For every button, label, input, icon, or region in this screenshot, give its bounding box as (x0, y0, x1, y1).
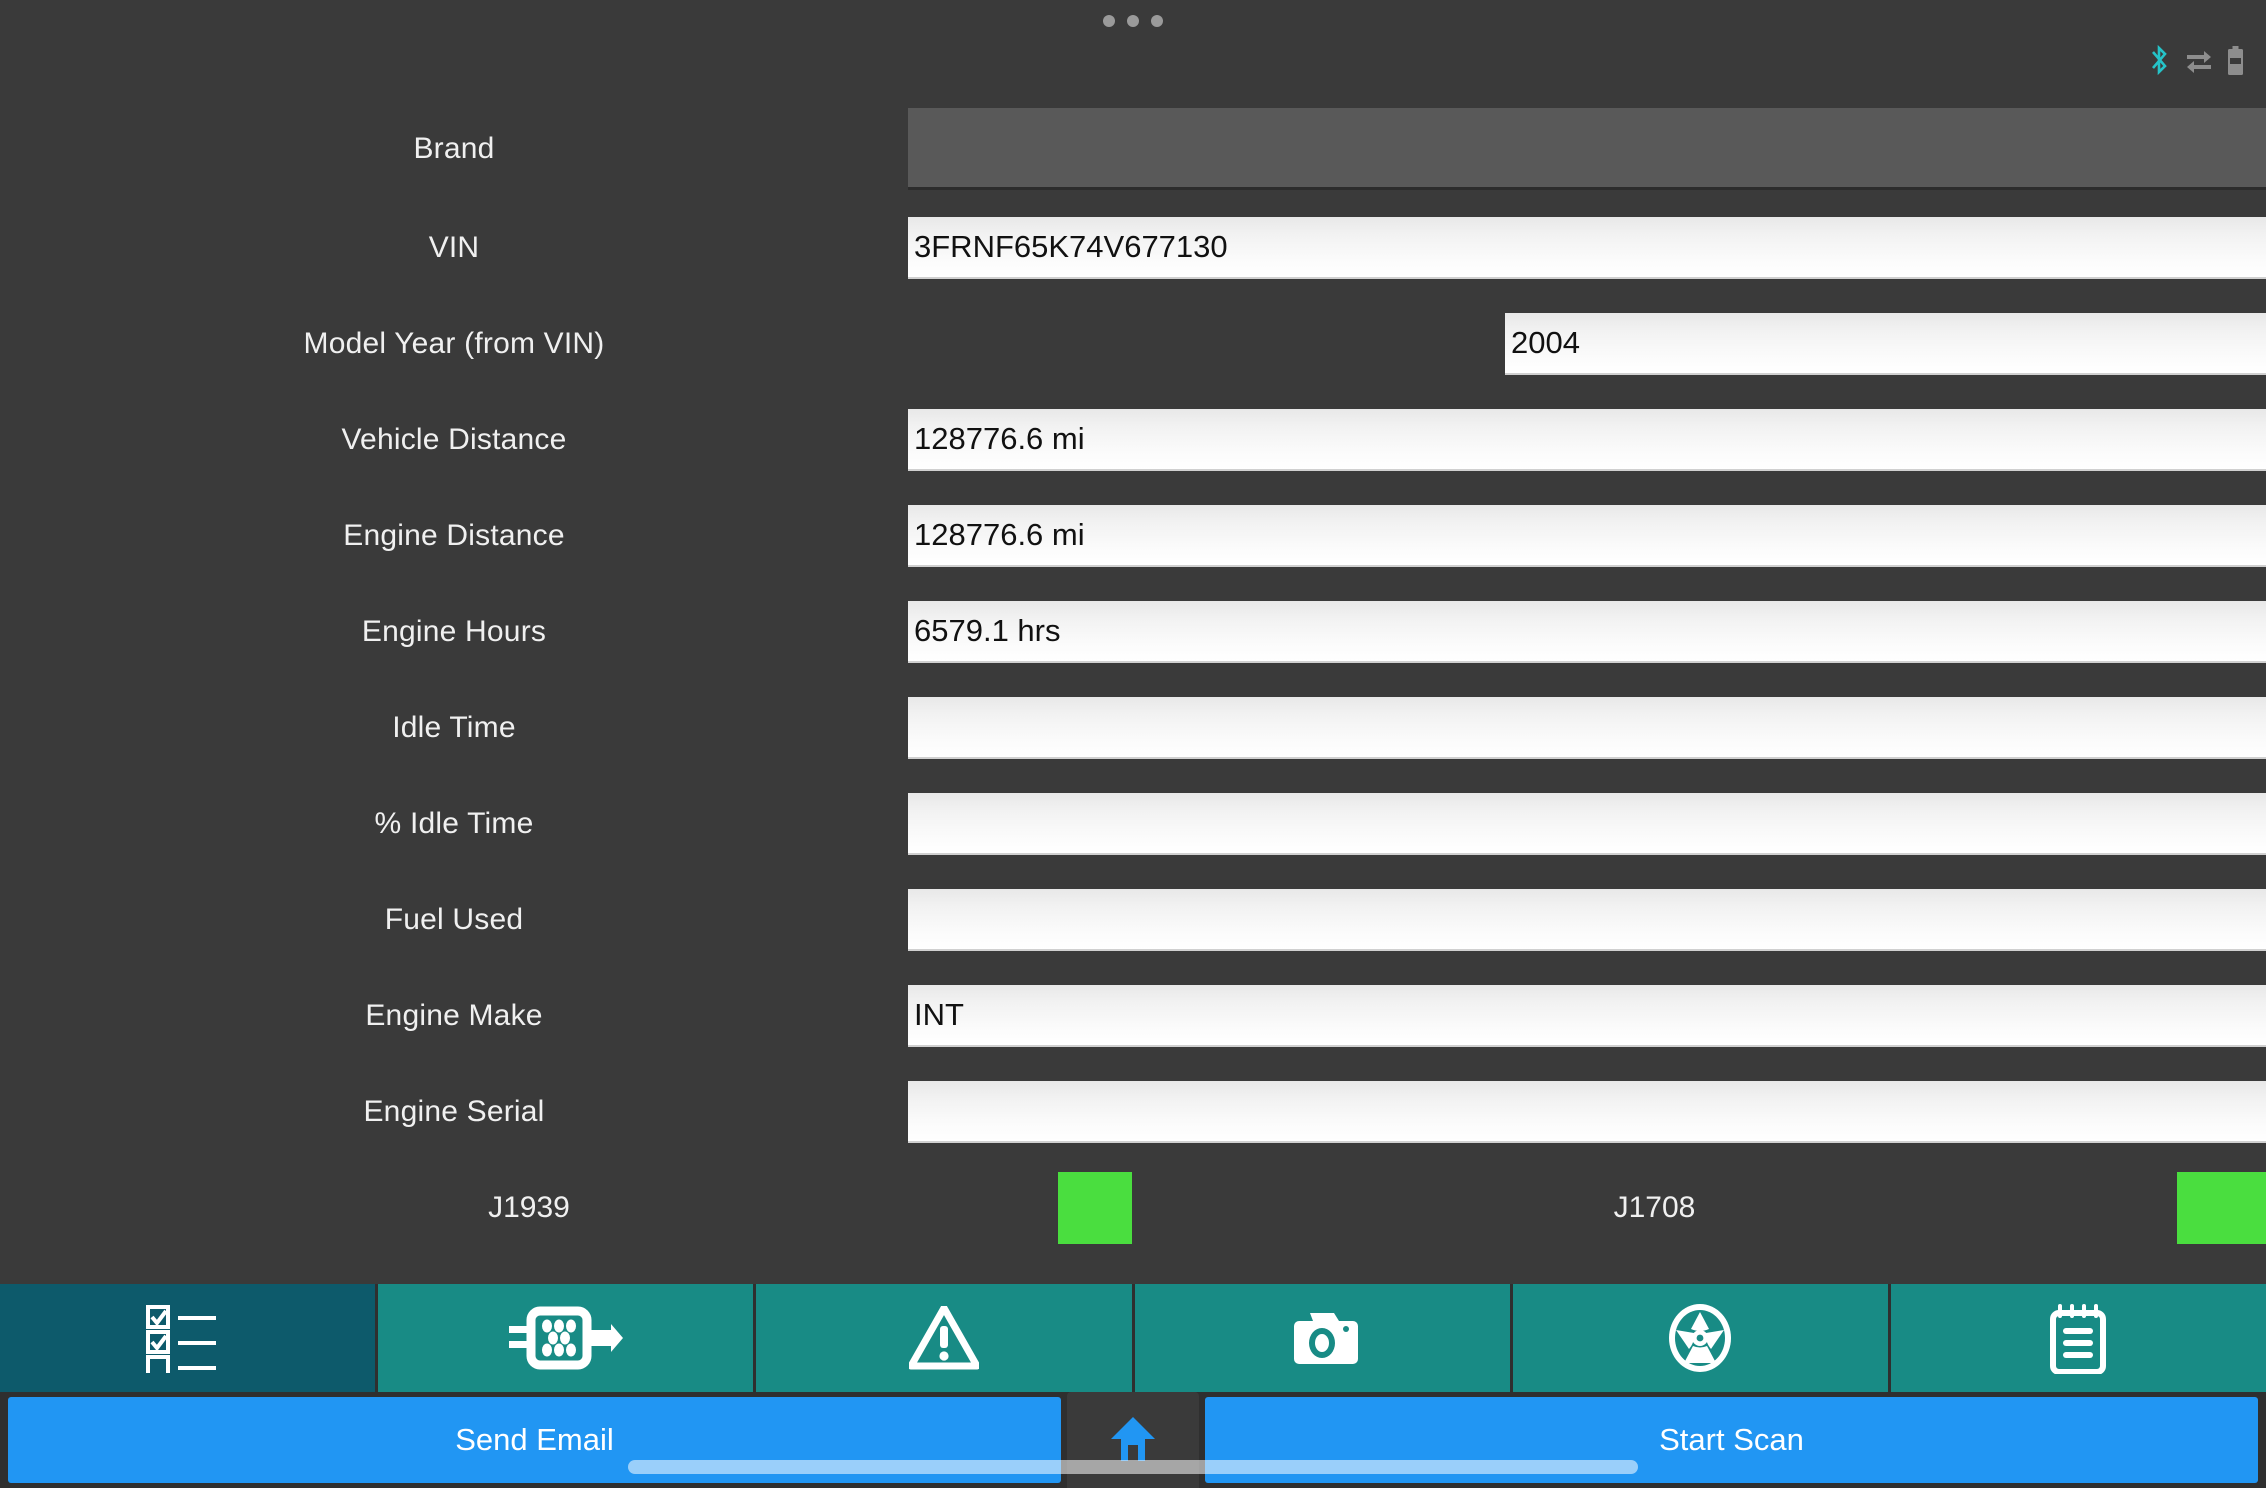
j1939-status-cell (1058, 1172, 1132, 1244)
more-horizontal-icon[interactable] (1103, 15, 1163, 27)
j1708-label: J1708 (1613, 1191, 1696, 1224)
app-root: Brand VIN Model Year (from VIN) Vehicle … (0, 0, 2266, 1488)
idle-time-input[interactable] (908, 697, 2266, 759)
form-row-engine-hours: Engine Hours (0, 584, 2266, 680)
field-wrap-idle-time (908, 680, 2266, 776)
bottom-action-bar: Send Email Start Scan (0, 1392, 2266, 1488)
data-transfer-icon (2185, 46, 2213, 76)
j1939-status-indicator (1058, 1172, 1132, 1244)
field-wrap-engine-make (908, 968, 2266, 1064)
warning-icon (908, 1306, 979, 1370)
tab-tires[interactable] (1512, 1284, 1888, 1392)
checklist-icon (142, 1303, 234, 1373)
label-engine-distance: Engine Distance (343, 519, 565, 552)
label-engine-make: Engine Make (365, 999, 543, 1032)
label-engine-hours: Engine Hours (361, 615, 547, 648)
form-row-brand: Brand (0, 96, 2266, 200)
camera-icon (1286, 1307, 1359, 1369)
obd-connector-icon (507, 1303, 625, 1373)
model-year-input[interactable] (1505, 313, 2266, 375)
tab-connector[interactable] (378, 1284, 754, 1392)
notepad-icon (2049, 1302, 2107, 1374)
label-vehicle-distance: Vehicle Distance (341, 423, 567, 456)
engine-serial-input[interactable] (908, 1081, 2266, 1143)
field-wrap-engine-hours (908, 584, 2266, 680)
home-button[interactable] (1067, 1392, 1199, 1488)
vehicle-info-form: Brand VIN Model Year (from VIN) Vehicle … (0, 78, 2266, 1284)
form-row-vin: VIN (0, 200, 2266, 296)
j1939-label: J1939 (488, 1191, 570, 1224)
form-row-fuel-used: Fuel Used (0, 872, 2266, 968)
j1708-status-cell (2177, 1172, 2266, 1244)
battery-icon (2227, 46, 2244, 76)
form-row-engine-distance: Engine Distance (0, 488, 2266, 584)
engine-make-input[interactable] (908, 985, 2266, 1047)
form-row-engine-make: Engine Make (0, 968, 2266, 1064)
status-strip (0, 0, 2266, 78)
form-row-percent-idle-time: % Idle Time (0, 776, 2266, 872)
home-icon (1107, 1413, 1159, 1468)
fuel-used-input[interactable] (908, 889, 2266, 951)
field-wrap-engine-serial (908, 1064, 2266, 1160)
tab-faults[interactable] (756, 1284, 1132, 1392)
label-fuel-used: Fuel Used (384, 903, 524, 936)
tab-photos[interactable] (1134, 1284, 1510, 1392)
dot (1151, 15, 1163, 27)
brand-spinner[interactable] (908, 108, 2266, 190)
field-wrap-vehicle-distance (908, 392, 2266, 488)
wheel-icon (1666, 1302, 1734, 1374)
j1708-label-cell: J1708 (1132, 1191, 2177, 1225)
j1708-status-indicator (2177, 1172, 2266, 1244)
label-model-year: Model Year (from VIN) (303, 327, 605, 360)
protocol-status-row: J1939 J1708 (0, 1160, 2266, 1256)
field-wrap-brand (908, 96, 2266, 200)
percent-idle-time-input[interactable] (908, 793, 2266, 855)
vehicle-distance-input[interactable] (908, 409, 2266, 471)
dot (1127, 15, 1139, 27)
field-wrap-engine-distance (908, 488, 2266, 584)
engine-hours-input[interactable] (908, 601, 2266, 663)
bottom-tab-bar (0, 1284, 2266, 1392)
label-percent-idle-time: % Idle Time (374, 807, 534, 840)
label-engine-serial: Engine Serial (363, 1095, 545, 1128)
dot (1103, 15, 1115, 27)
send-email-button[interactable]: Send Email (8, 1397, 1061, 1483)
engine-distance-input[interactable] (908, 505, 2266, 567)
label-vin: VIN (428, 231, 480, 264)
bluetooth-icon (2147, 44, 2171, 78)
form-row-model-year: Model Year (from VIN) (0, 296, 2266, 392)
field-wrap-fuel-used (908, 872, 2266, 968)
tab-checklist[interactable] (0, 1284, 376, 1392)
tab-notes[interactable] (1890, 1284, 2266, 1392)
vin-input[interactable] (908, 217, 2266, 279)
j1939-label-cell: J1939 (0, 1191, 1058, 1225)
label-brand: Brand (413, 132, 495, 165)
field-wrap-model-year (908, 296, 2266, 392)
form-row-vehicle-distance: Vehicle Distance (0, 392, 2266, 488)
field-wrap-vin (908, 200, 2266, 296)
start-scan-button[interactable]: Start Scan (1205, 1397, 2258, 1483)
form-row-idle-time: Idle Time (0, 680, 2266, 776)
form-row-engine-serial: Engine Serial (0, 1064, 2266, 1160)
label-idle-time: Idle Time (392, 711, 516, 744)
field-wrap-percent-idle-time (908, 776, 2266, 872)
system-icons (2147, 44, 2244, 78)
